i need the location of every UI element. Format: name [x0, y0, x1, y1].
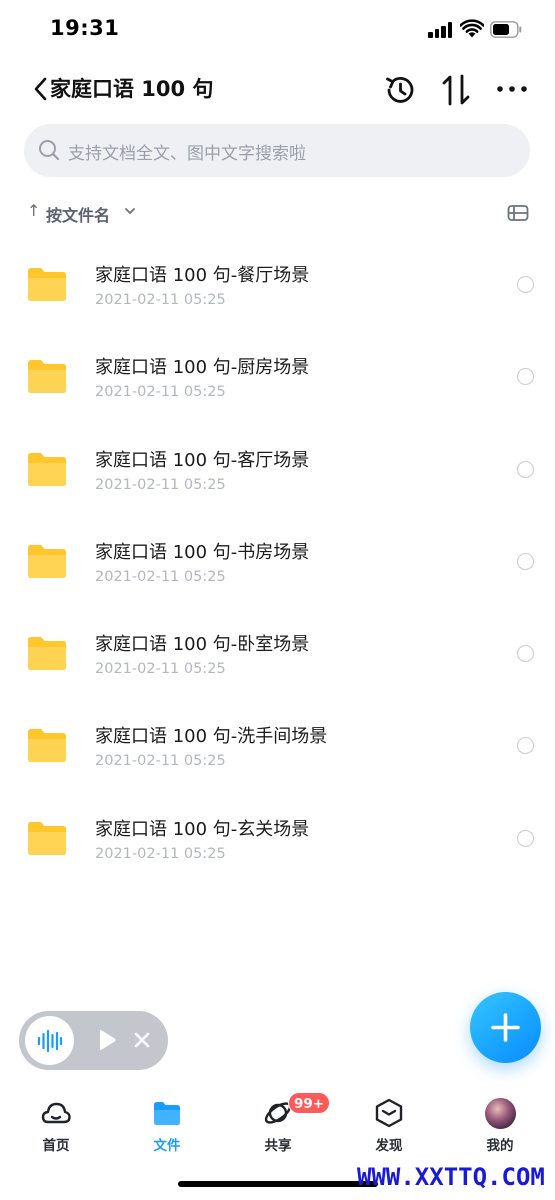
- nav-header: 家庭口语 100 句: [0, 60, 555, 120]
- folder-icon: [28, 268, 66, 301]
- wifi-icon: [460, 19, 484, 38]
- file-name: 家庭口语 100 句-厨房场景: [95, 357, 310, 379]
- audio-wave-icon: [37, 1029, 63, 1053]
- search-input[interactable]: 支持文档全文、图中文字搜索啦: [24, 124, 530, 177]
- bottom-tab-bar: 首页 文件 共享 发现 我的: [0, 1085, 555, 1165]
- audio-mini-player[interactable]: [19, 1011, 168, 1070]
- folder-icon: [28, 821, 66, 855]
- sort-direction-icon[interactable]: ↑: [27, 201, 40, 220]
- status-time: 19:31: [50, 16, 120, 40]
- select-checkbox[interactable]: [517, 368, 534, 386]
- file-list: 家庭口语 100 句-餐厅场景 2021-02-11 05:25 家庭口语 10…: [0, 228, 555, 874]
- folder-icon: [28, 544, 66, 578]
- file-date: 2021-02-11 05:25: [95, 568, 226, 585]
- play-icon[interactable]: [97, 1029, 117, 1051]
- cellular-signal-icon: [428, 22, 454, 38]
- select-checkbox[interactable]: [517, 737, 534, 755]
- view-mode-icon[interactable]: [507, 204, 529, 222]
- file-date: 2021-02-11 05:25: [95, 753, 226, 770]
- tab-discover[interactable]: 发现: [349, 1085, 429, 1165]
- list-item[interactable]: 家庭口语 100 句-客厅场景 2021-02-11 05:25: [0, 413, 555, 505]
- list-item[interactable]: 家庭口语 100 句-书房场景 2021-02-11 05:25: [0, 505, 555, 597]
- more-options-icon[interactable]: [495, 84, 529, 94]
- close-icon[interactable]: [133, 1031, 151, 1049]
- tab-files[interactable]: 文件: [127, 1085, 207, 1165]
- notification-badge: 99+: [288, 1092, 330, 1114]
- select-checkbox[interactable]: [517, 552, 534, 570]
- tab-label: 我的: [486, 1138, 514, 1154]
- plus-icon: [491, 1013, 520, 1042]
- tab-label: 文件: [153, 1138, 181, 1154]
- file-date: 2021-02-11 05:25: [95, 384, 226, 401]
- file-name: 家庭口语 100 句-玄关场景: [95, 818, 310, 840]
- select-checkbox[interactable]: [517, 645, 534, 663]
- audio-wave-button[interactable]: [25, 1016, 74, 1065]
- list-item[interactable]: 家庭口语 100 句-餐厅场景 2021-02-11 05:25: [0, 228, 555, 320]
- file-date: 2021-02-11 05:25: [95, 292, 226, 308]
- file-date: 2021-02-11 05:25: [95, 845, 226, 862]
- file-name: 家庭口语 100 句-书房场景: [95, 541, 310, 563]
- battery-icon: [490, 21, 522, 38]
- page-title: 家庭口语 100 句: [50, 77, 214, 101]
- list-item[interactable]: 家庭口语 100 句-洗手间场景 2021-02-11 05:25: [0, 689, 555, 781]
- folder-icon: [28, 452, 66, 486]
- tab-label: 首页: [42, 1138, 70, 1154]
- file-date: 2021-02-11 05:25: [95, 476, 226, 493]
- folder-icon: [28, 637, 66, 671]
- status-bar: 19:31: [0, 0, 555, 60]
- select-checkbox[interactable]: [517, 460, 534, 478]
- discover-box-icon: [375, 1098, 403, 1128]
- file-name: 家庭口语 100 句-卧室场景: [95, 634, 310, 656]
- sort-by-name-button[interactable]: 按文件名: [46, 202, 110, 226]
- file-name: 家庭口语 100 句-洗手间场景: [95, 726, 328, 748]
- search-placeholder: 支持文档全文、图中文字搜索啦: [68, 144, 306, 164]
- history-icon[interactable]: [383, 73, 417, 107]
- back-chevron-icon[interactable]: [32, 76, 50, 102]
- tab-home[interactable]: 首页: [16, 1085, 96, 1165]
- cloud-home-icon: [41, 1102, 71, 1124]
- sort-order-icon[interactable]: [440, 73, 472, 107]
- home-indicator: [178, 1181, 378, 1187]
- watermark: WWW.XXTTQ.COM: [357, 1163, 545, 1191]
- select-checkbox[interactable]: [517, 276, 534, 293]
- file-date: 2021-02-11 05:25: [95, 661, 226, 678]
- search-icon: [39, 140, 60, 161]
- folder-icon: [154, 1102, 180, 1125]
- list-item[interactable]: 家庭口语 100 句-厨房场景 2021-02-11 05:25: [0, 320, 555, 412]
- tab-label: 共享: [264, 1138, 292, 1154]
- chevron-down-icon[interactable]: [124, 207, 136, 215]
- avatar[interactable]: [485, 1098, 516, 1129]
- folder-icon: [28, 729, 66, 763]
- select-checkbox[interactable]: [517, 829, 534, 847]
- sort-bar: ↑ 按文件名: [0, 195, 555, 231]
- add-button[interactable]: [470, 992, 541, 1063]
- list-item[interactable]: 家庭口语 100 句-卧室场景 2021-02-11 05:25: [0, 597, 555, 689]
- folder-icon: [28, 360, 66, 394]
- list-item[interactable]: 家庭口语 100 句-玄关场景 2021-02-11 05:25: [0, 782, 555, 874]
- file-name: 家庭口语 100 句-餐厅场景: [95, 265, 310, 286]
- tab-label: 发现: [375, 1138, 403, 1154]
- file-name: 家庭口语 100 句-客厅场景: [95, 449, 310, 471]
